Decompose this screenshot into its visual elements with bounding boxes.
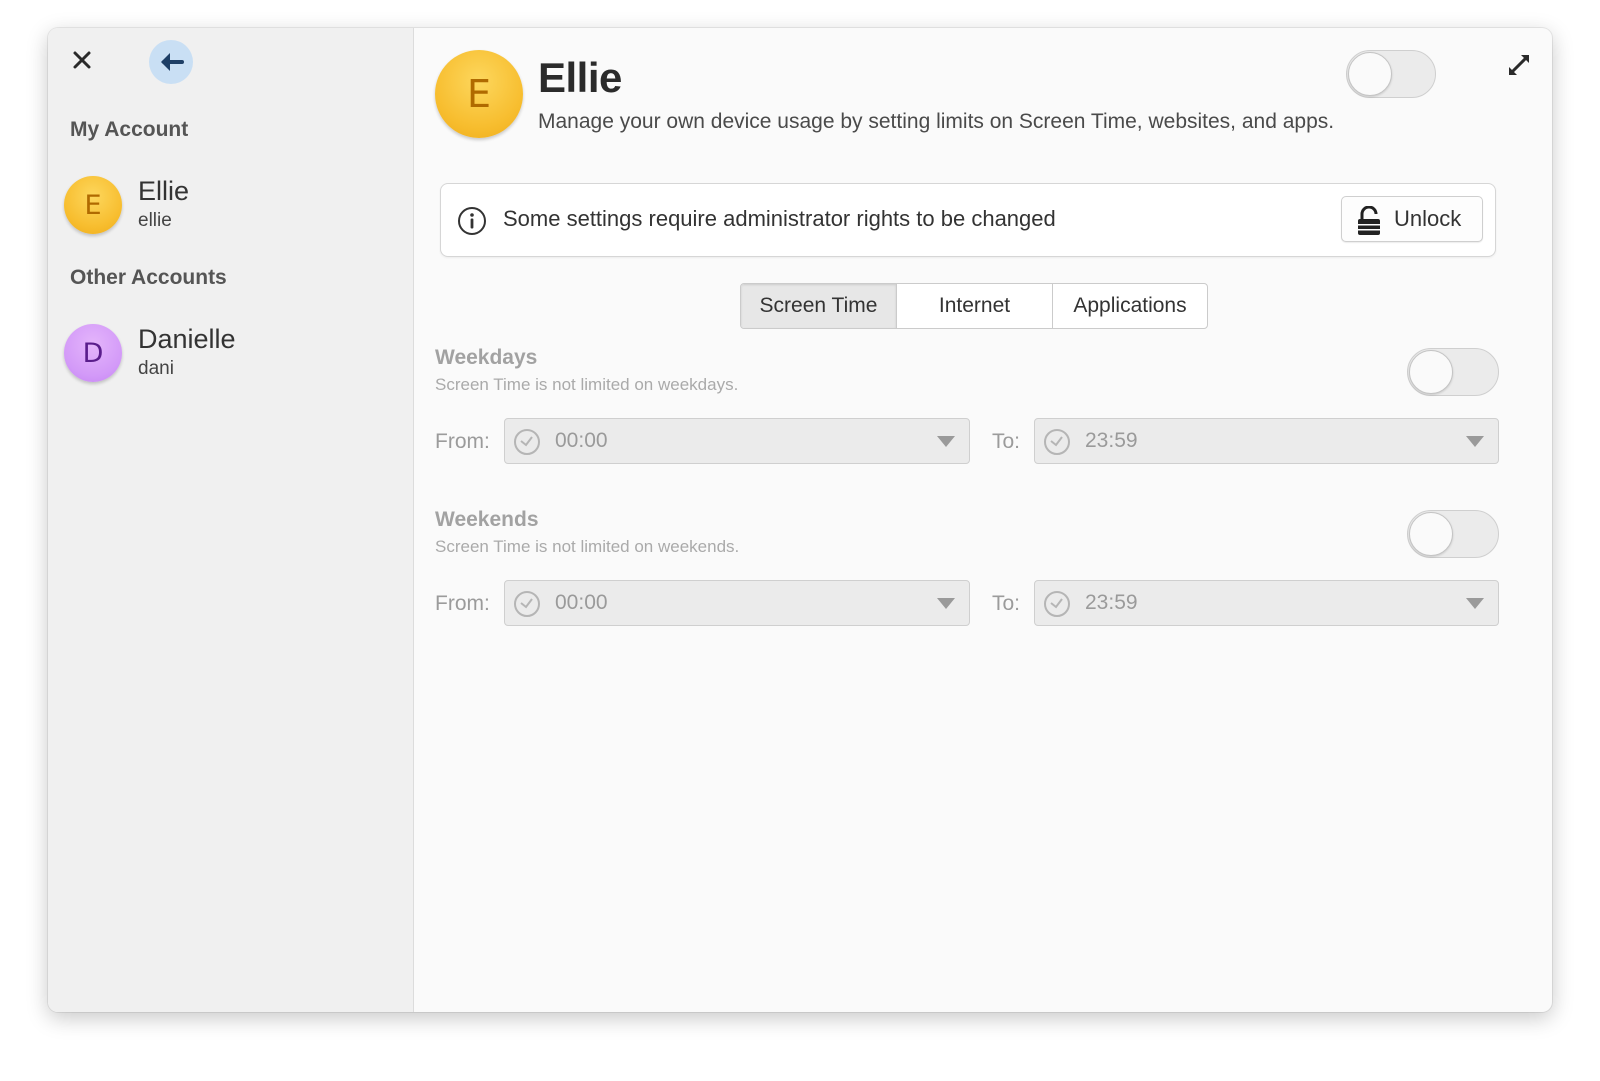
clock-icon [514, 591, 540, 617]
weekdays-to-combo[interactable]: 23:59 [1034, 418, 1499, 464]
weekdays-to-label: To: [992, 430, 1021, 453]
my-account-header: My Account [70, 118, 189, 141]
chevron-down-icon [1466, 598, 1484, 609]
tab-internet[interactable]: Internet [897, 284, 1053, 328]
chevron-down-icon [1466, 436, 1484, 447]
info-icon [458, 207, 486, 235]
clock-icon [1044, 429, 1070, 455]
avatar: D [64, 324, 122, 382]
unlock-button[interactable]: Unlock [1341, 196, 1483, 242]
unlock-label: Unlock [1394, 206, 1462, 231]
account-name: Danielle [138, 324, 236, 354]
weekends-from-value: 00:00 [555, 591, 608, 614]
other-accounts-header: Other Accounts [70, 266, 227, 289]
enable-restrictions-switch[interactable] [1346, 50, 1436, 98]
account-username: dani [138, 358, 174, 379]
switch-knob [1409, 350, 1453, 394]
tab-bar: Screen Time Internet Applications [740, 283, 1208, 329]
sidebar: My Account E Ellie ellie Other Accounts … [48, 28, 414, 1012]
weekdays-title: Weekdays [435, 346, 538, 369]
weekdays-to-value: 23:59 [1085, 429, 1138, 452]
weekends-title: Weekends [435, 508, 539, 531]
weekdays-description: Screen Time is not limited on weekdays. [435, 375, 739, 394]
tab-screen-time[interactable]: Screen Time [741, 284, 897, 328]
page-subtitle: Manage your own device usage by setting … [538, 110, 1335, 133]
avatar: E [64, 176, 122, 234]
account-name: Ellie [138, 176, 190, 206]
tab-applications[interactable]: Applications [1053, 284, 1207, 328]
weekdays-from-value: 00:00 [555, 429, 608, 452]
lock-icon [1358, 206, 1380, 235]
close-button[interactable] [68, 46, 96, 74]
switch-knob [1409, 512, 1453, 556]
weekends-to-label: To: [992, 592, 1021, 615]
weekends-description: Screen Time is not limited on weekends. [435, 537, 740, 556]
admin-info-bar: Some settings require administrator righ… [440, 183, 1496, 257]
main-panel: E Ellie Manage your own device usage by … [415, 28, 1552, 1012]
switch-knob [1348, 52, 1392, 96]
user-avatar: E [435, 50, 523, 138]
back-button[interactable] [149, 40, 193, 84]
expand-button[interactable] [1504, 50, 1534, 80]
expand-icon [1509, 55, 1529, 75]
app-window: My Account E Ellie ellie Other Accounts … [48, 28, 1552, 1012]
weekends-switch[interactable] [1407, 510, 1499, 558]
chevron-down-icon [937, 436, 955, 447]
info-message: Some settings require administrator righ… [503, 206, 1056, 231]
weekends-to-value: 23:59 [1085, 591, 1138, 614]
back-arrow-icon [161, 53, 184, 71]
weekdays-from-label: From: [435, 430, 490, 453]
account-item-ellie[interactable]: E Ellie ellie [64, 176, 394, 238]
page-title: Ellie [538, 54, 622, 101]
weekdays-switch[interactable] [1407, 348, 1499, 396]
weekdays-from-combo[interactable]: 00:00 [504, 418, 970, 464]
weekends-from-combo[interactable]: 00:00 [504, 580, 970, 626]
clock-icon [514, 429, 540, 455]
clock-icon [1044, 591, 1070, 617]
weekends-to-combo[interactable]: 23:59 [1034, 580, 1499, 626]
chevron-down-icon [937, 598, 955, 609]
close-icon [73, 51, 91, 69]
account-username: ellie [138, 210, 172, 231]
weekends-from-label: From: [435, 592, 490, 615]
account-item-danielle[interactable]: D Danielle dani [64, 324, 394, 386]
